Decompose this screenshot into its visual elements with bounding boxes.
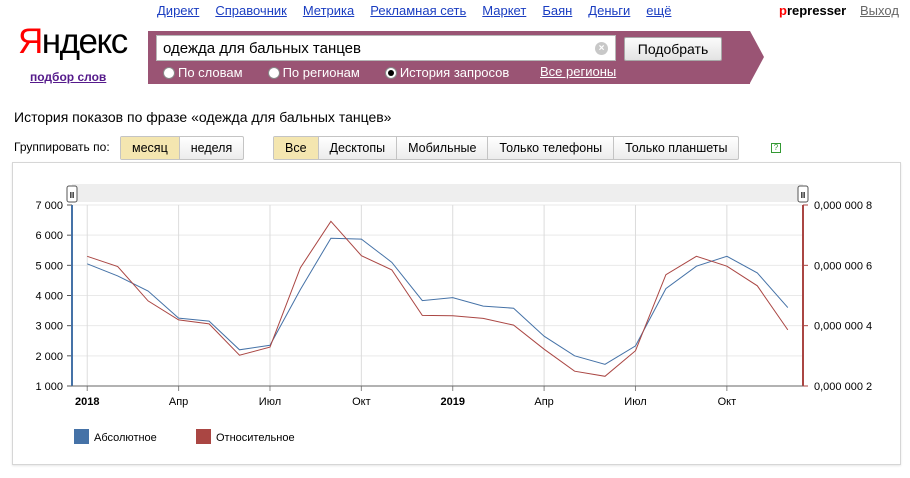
y-right-tick-label: 0,000 000 4 bbox=[814, 321, 872, 333]
x-tick-label: 2018 bbox=[75, 396, 99, 408]
legend-label-relative[interactable]: Относительное bbox=[216, 432, 295, 444]
x-tick-label: Июл bbox=[624, 396, 646, 408]
y-right-tick-label: 0,000 000 6 bbox=[814, 260, 872, 272]
x-tick-label: Апр bbox=[169, 396, 188, 408]
y-left-tick-label: 3 000 bbox=[35, 321, 63, 333]
x-tick-label: Июл bbox=[259, 396, 281, 408]
y-left-tick-label: 6 000 bbox=[35, 230, 63, 242]
chart-navigator bbox=[72, 184, 803, 202]
legend-swatch-relative bbox=[196, 429, 211, 444]
legend-label-absolute[interactable]: Абсолютное bbox=[94, 432, 157, 444]
y-left-tick-label: 2 000 bbox=[35, 351, 63, 363]
history-chart: II II 1 000 2 000 3 000 4 000 5 000 6 000 7 000 0… bbox=[35, 184, 872, 444]
x-tick-label: Апр bbox=[534, 396, 553, 408]
legend-swatch-absolute bbox=[74, 429, 89, 444]
series-line-absolute bbox=[87, 237, 789, 365]
x-tick-label: Окт bbox=[352, 396, 371, 408]
y-left-tick-label: 5 000 bbox=[35, 260, 63, 272]
y-right-tick-label: 0,000 000 8 bbox=[814, 200, 872, 212]
y-left-tick-label: 4 000 bbox=[35, 291, 63, 303]
y-right-tick-label: 0,000 000 2 bbox=[814, 381, 872, 393]
x-tick-label: 2019 bbox=[440, 396, 464, 408]
navigator-right-handle-label: II bbox=[801, 191, 805, 200]
x-tick-label: Окт bbox=[718, 396, 737, 408]
y-left-tick-label: 1 000 bbox=[35, 381, 63, 393]
navigator-left-handle-label: II bbox=[70, 191, 74, 200]
y-left-tick-label: 7 000 bbox=[35, 200, 63, 212]
